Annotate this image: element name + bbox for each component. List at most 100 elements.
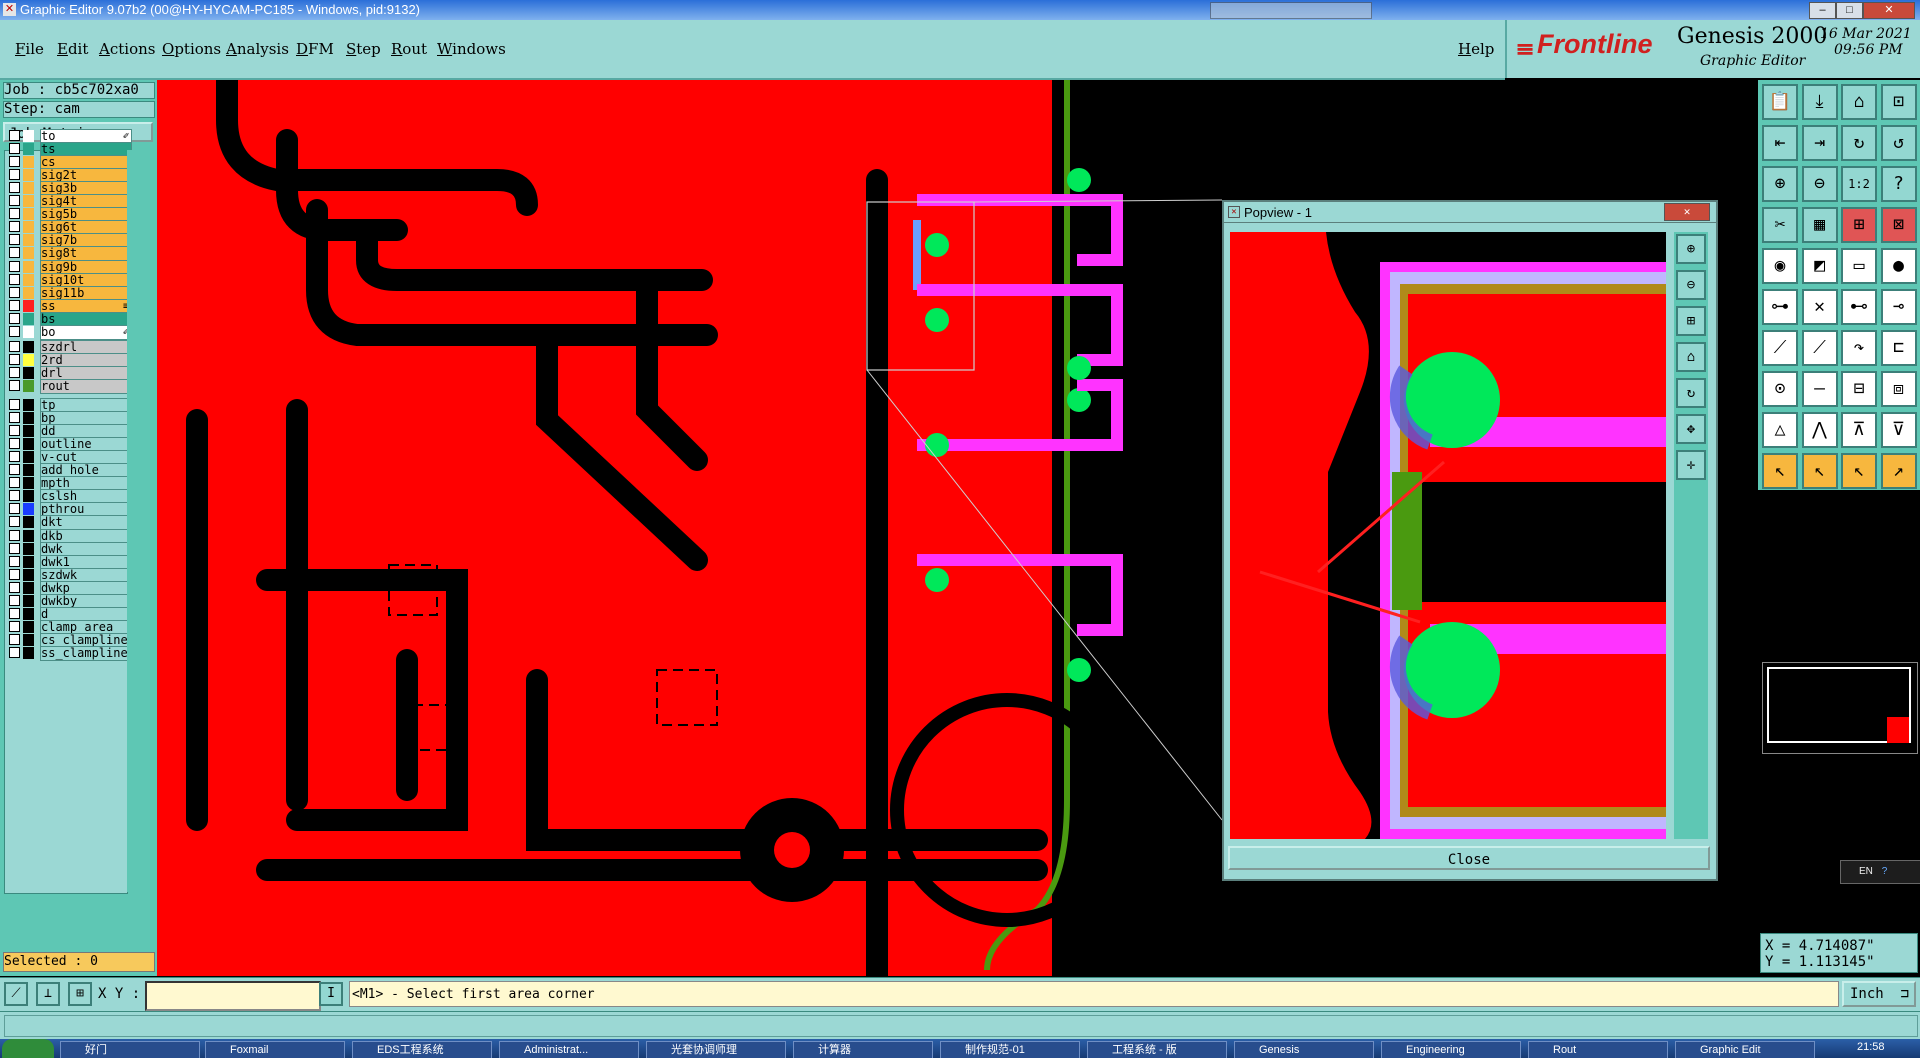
layer-row-szdrl[interactable]: szdrl <box>6 340 132 355</box>
popview-fit-icon[interactable]: ✥ <box>1676 414 1706 444</box>
taskbar-item[interactable]: Rout <box>1528 1041 1668 1058</box>
menu-options[interactable]: Options <box>162 40 221 58</box>
layer-color-swatch[interactable] <box>23 594 34 607</box>
layer-checkbox[interactable] <box>9 367 20 379</box>
close-window-button[interactable]: ✕ <box>1863 2 1915 19</box>
layer-row-clamp_area[interactable]: clamp_area <box>6 619 132 635</box>
layer-row-bo[interactable]: bo ✐ <box>6 324 132 340</box>
home-icon[interactable]: ⌂ <box>1841 84 1877 120</box>
layer-color-swatch[interactable] <box>23 503 34 516</box>
layer-color-swatch[interactable] <box>23 607 34 620</box>
layer-checkbox[interactable] <box>9 195 20 207</box>
layer-color-swatch[interactable] <box>23 529 34 542</box>
layer-row-to[interactable]: to ✐ <box>6 129 132 144</box>
layer-color-swatch[interactable] <box>23 581 34 594</box>
pick-icon[interactable]: ↖ <box>1841 453 1877 489</box>
layer-checkbox[interactable] <box>9 234 20 246</box>
layer-checkbox[interactable] <box>9 633 20 645</box>
layer-row-sig5b[interactable]: sig5b <box>6 207 132 223</box>
layer-color-swatch[interactable] <box>23 425 34 438</box>
layer-checkbox[interactable] <box>9 182 20 194</box>
zoom-in-icon[interactable]: ⊕ <box>1762 166 1798 202</box>
layer-color-swatch[interactable] <box>23 169 34 182</box>
menu-analysis[interactable]: Analysis <box>226 40 289 58</box>
layer-color-swatch[interactable] <box>23 182 34 195</box>
menu-dfm[interactable]: DFM <box>296 40 334 58</box>
menu-file[interactable]: File <box>15 40 44 58</box>
layer-color-swatch[interactable] <box>23 516 34 529</box>
snap-icon[interactable]: ◉ <box>1762 248 1798 284</box>
taskbar-item[interactable]: Administrat... <box>499 1041 639 1058</box>
layer-row-2rd[interactable]: 2rd <box>6 353 132 369</box>
layer-checkbox[interactable] <box>9 380 20 392</box>
layer-checkbox[interactable] <box>9 594 20 606</box>
layer-checkbox[interactable] <box>9 425 20 437</box>
layer-row-sig11b[interactable]: sig11b <box>6 285 132 301</box>
layer-checkbox[interactable] <box>9 451 20 463</box>
layer-checkbox[interactable] <box>9 516 20 528</box>
layer-checkbox[interactable] <box>9 438 20 450</box>
segment-icon[interactable]: — <box>1801 371 1838 407</box>
popview-zoom-in-icon[interactable]: ⊕ <box>1676 234 1706 264</box>
layer-color-swatch[interactable] <box>23 341 34 353</box>
layer-color-swatch[interactable] <box>23 208 34 221</box>
layer-checkbox[interactable] <box>9 143 20 155</box>
layer-checkbox[interactable] <box>9 399 20 410</box>
layer-color-swatch[interactable] <box>23 195 34 208</box>
grid-icon[interactable]: ⊞ <box>1841 207 1877 243</box>
layer-row-ss[interactable]: ss ≡ <box>6 298 132 314</box>
split-icon[interactable]: ⊷ <box>1841 289 1877 325</box>
layer-checkbox[interactable] <box>9 130 20 141</box>
layer-checkbox[interactable] <box>9 581 20 593</box>
layer-color-swatch[interactable] <box>23 221 34 234</box>
layer-row-dwkp[interactable]: dwkp <box>6 580 132 596</box>
popview-center-icon[interactable]: ✛ <box>1676 450 1706 480</box>
layer-checkbox[interactable] <box>9 354 20 366</box>
layer-row-cs_clampline[interactable]: cs_clampline <box>6 632 132 648</box>
layer-name[interactable]: rout <box>40 379 132 395</box>
layer-checkbox[interactable] <box>9 646 20 658</box>
layer-row-dwkby[interactable]: dwkby <box>6 593 132 609</box>
layer-row-pthrou[interactable]: pthrou <box>6 502 132 518</box>
layer-row-v-cut[interactable]: v-cut <box>6 450 132 466</box>
ime-indicator[interactable]: EN ? <box>1840 860 1920 884</box>
connect-icon[interactable]: ⊶ <box>1762 289 1798 325</box>
chamfer-icon[interactable]: ⊟ <box>1841 371 1877 407</box>
popview-redraw-icon[interactable]: ↻ <box>1676 378 1706 408</box>
cut-icon[interactable]: ✂ <box>1762 207 1798 243</box>
layer-checkbox[interactable] <box>9 464 20 476</box>
layer-name[interactable]: ss_clampline <box>40 645 132 661</box>
layer-color-swatch[interactable] <box>23 299 34 312</box>
grid-icon[interactable]: ⊞ <box>68 982 92 1006</box>
layer-row-dwk1[interactable]: dwk1 <box>6 554 132 570</box>
taskbar-item[interactable]: EDS工程系统 <box>352 1041 492 1058</box>
next-icon[interactable]: ⇥ <box>1801 125 1838 161</box>
corner-icon[interactable]: ⊏ <box>1880 330 1917 366</box>
layer-row-bp[interactable]: bp <box>6 411 132 427</box>
layer-checkbox[interactable] <box>9 156 20 168</box>
layer-checkbox[interactable] <box>9 169 20 181</box>
popview-window[interactable]: ✕ Popview - 1 ✕ ⊕ ⊖ ⊞ ⌂ ↻ ✥ ✛ Close <box>1222 200 1718 881</box>
help-icon[interactable]: ? <box>1880 166 1917 202</box>
taskbar-item[interactable]: 好门 <box>60 1041 200 1058</box>
layer-name[interactable]: bo ✐ <box>40 324 132 340</box>
arc-icon[interactable]: ⟋ <box>1801 330 1838 366</box>
layer-color-swatch[interactable] <box>23 399 34 411</box>
pad-icon[interactable]: ● <box>1880 248 1917 284</box>
taskbar-item[interactable]: Genesis <box>1234 1041 1374 1058</box>
menu-edit[interactable]: Edit <box>57 40 88 58</box>
text-cursor-icon[interactable]: I <box>319 982 343 1006</box>
taskbar-item[interactable]: 计算器 <box>793 1041 933 1058</box>
scale-icon[interactable]: 1:2 <box>1841 166 1877 202</box>
layer-row-sig4t[interactable]: sig4t <box>6 194 132 210</box>
layer-color-swatch[interactable] <box>23 568 34 581</box>
layer-color-swatch[interactable] <box>23 633 34 646</box>
layer-row-dd[interactable]: dd <box>6 424 132 440</box>
layer-row-outline[interactable]: outline <box>6 437 132 453</box>
rotate-icon[interactable]: ↻ <box>1841 125 1877 161</box>
layer-row-sig7b[interactable]: sig7b <box>6 233 132 249</box>
draw-line-icon[interactable]: ⟋ <box>4 982 28 1006</box>
zoom-out-icon[interactable]: ⊖ <box>1801 166 1838 202</box>
overview-map[interactable] <box>1762 662 1918 754</box>
units-dropdown[interactable]: Inch ⊐ <box>1842 981 1916 1007</box>
